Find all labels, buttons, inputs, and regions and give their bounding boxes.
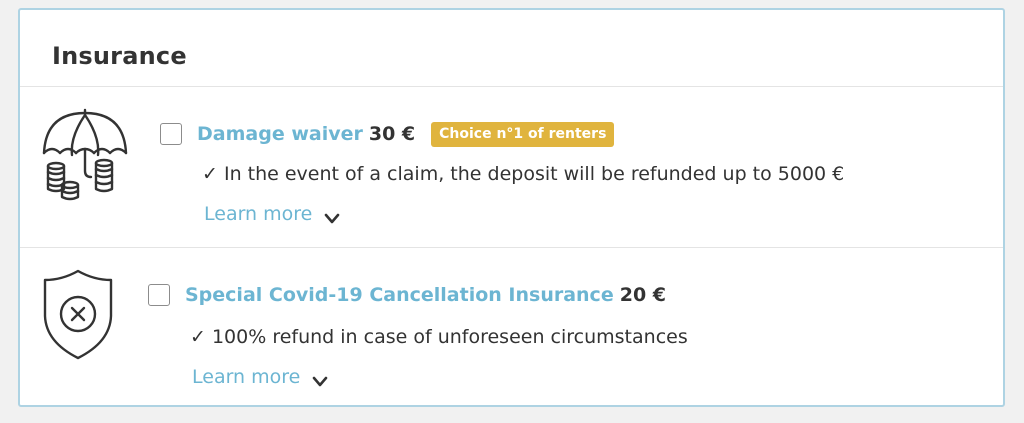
damage-waiver-title: Damage waiver 30 € Choice n°1 of renters <box>197 119 615 149</box>
option-price: 30 € <box>368 123 416 145</box>
covid-insurance-title: Special Covid-19 Cancellation Insurance … <box>185 280 666 310</box>
option-name: Special Covid-19 Cancellation Insurance <box>185 284 614 306</box>
damage-waiver-checkbox[interactable] <box>160 123 182 145</box>
learn-more-link[interactable]: Learn more <box>192 366 328 388</box>
option-damage-waiver: Damage waiver 30 € Choice n°1 of renters… <box>20 87 1003 247</box>
learn-more-label: Learn more <box>192 366 301 388</box>
chevron-down-icon <box>324 208 340 224</box>
section-title: Insurance <box>52 42 187 70</box>
learn-more-label: Learn more <box>204 203 313 225</box>
option-benefit: ✓ In the event of a claim, the deposit w… <box>202 163 845 185</box>
option-benefit: ✓ 100% refund in case of unforeseen circ… <box>190 326 688 348</box>
option-name: Damage waiver <box>197 123 363 145</box>
insurance-card: Insurance Damage waiver 30 € Choice n°1 … <box>18 8 1005 407</box>
option-price: 20 € <box>619 284 666 306</box>
umbrella-coins-icon <box>40 107 130 207</box>
popular-badge: Choice n°1 of renters <box>431 121 615 147</box>
shield-x-icon <box>42 268 114 364</box>
chevron-down-icon <box>312 371 328 387</box>
option-covid-insurance: Special Covid-19 Cancellation Insurance … <box>20 248 1003 407</box>
covid-insurance-checkbox[interactable] <box>148 284 170 306</box>
learn-more-link[interactable]: Learn more <box>204 203 340 225</box>
